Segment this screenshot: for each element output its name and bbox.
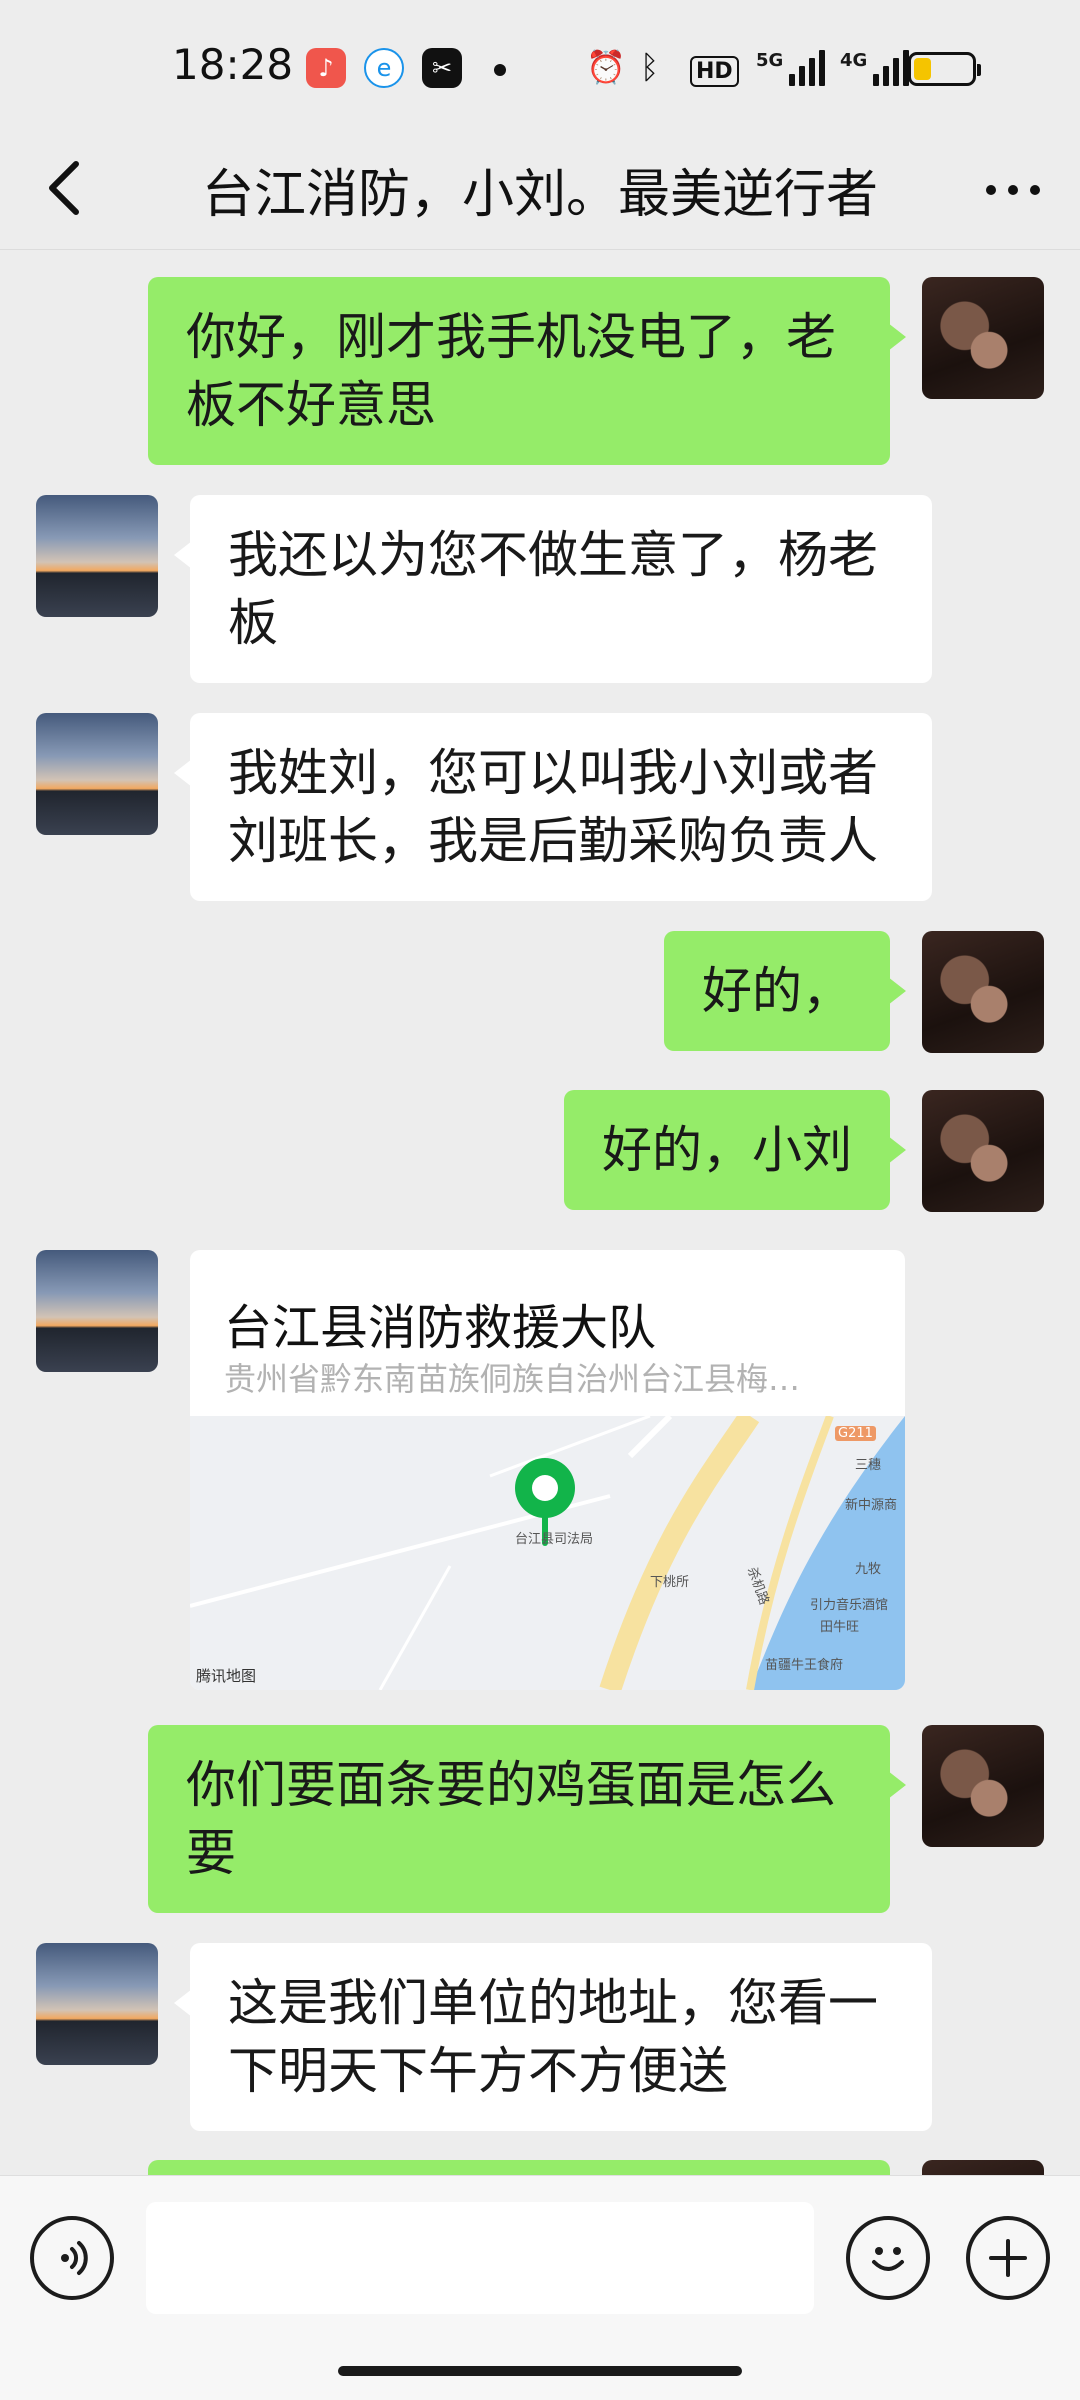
- emoji-button[interactable]: [846, 2216, 930, 2300]
- browser-icon: e: [364, 48, 404, 88]
- network-4g-label: 4G: [840, 50, 868, 71]
- more-notifications-icon: [494, 64, 506, 76]
- map-label: 三穗: [855, 1458, 882, 1473]
- map-label: 引力音乐酒馆: [810, 1598, 889, 1613]
- dot-icon: [986, 185, 996, 195]
- map-label: 下桃所: [650, 1575, 690, 1590]
- contact-avatar[interactable]: [36, 713, 158, 835]
- my-avatar[interactable]: [922, 931, 1044, 1053]
- bluetooth-icon: ᛒ: [640, 48, 660, 86]
- message-bubble-sent[interactable]: 你们要面条要的鸡蛋面是怎么要: [148, 1725, 906, 1913]
- message-bubble-sent[interactable]: 好的，小刘: [564, 1090, 906, 1210]
- contact-avatar[interactable]: [36, 1250, 158, 1372]
- battery-icon: [908, 52, 981, 86]
- my-avatar[interactable]: [922, 1090, 1044, 1212]
- more-functions-button[interactable]: [966, 2216, 1050, 2300]
- input-bar: [0, 2175, 1080, 2400]
- dot-icon: [1030, 185, 1040, 195]
- voice-icon: [61, 2241, 88, 2275]
- map-label: 苗疆牛王食府: [765, 1658, 844, 1673]
- capcut-icon: ✂: [422, 48, 462, 88]
- map-preview: 台江县司法局 下桃所 三穗 新中源商 九牧 引力音乐酒馆 田牛旺 苗疆牛王食府 …: [190, 1416, 905, 1690]
- chat-title: 台江消防，小刘。最美逆行者: [201, 165, 878, 225]
- my-avatar[interactable]: [922, 277, 1044, 399]
- home-indicator[interactable]: [338, 2366, 742, 2376]
- message-input[interactable]: [146, 2202, 814, 2314]
- signal-4g-icon: 4G: [840, 50, 910, 86]
- map-label: 田牛旺: [820, 1620, 860, 1635]
- contact-avatar[interactable]: [36, 1943, 158, 2065]
- network-5g-label: 5G: [756, 50, 784, 71]
- my-avatar[interactable]: [922, 1725, 1044, 1847]
- hd-icon: HD: [690, 56, 739, 87]
- location-address: 贵州省黔东南苗族侗族自治州台江县梅…: [224, 1360, 801, 1398]
- map-label: G211: [835, 1426, 876, 1441]
- message-bubble-received[interactable]: 这是我们单位的地址，您看一下明天下午方不方便送: [174, 1943, 932, 2131]
- map-label: 新中源商: [845, 1498, 898, 1513]
- message-list[interactable]: 你好，刚才我手机没电了，老板不好意思 我还以为您不做生意了，杨老板 我姓刘，您可…: [0, 250, 1080, 2175]
- location-card[interactable]: 台江县消防救援大队 贵州省黔东南苗族侗族自治州台江县梅… 台江县司法局 下桃所 …: [190, 1250, 905, 1690]
- plus-icon: [989, 2239, 1027, 2277]
- map-credit: 腾讯地图: [196, 1667, 257, 1685]
- music-icon: ♪: [306, 48, 346, 88]
- message-bubble-received[interactable]: 我还以为您不做生意了，杨老板: [174, 495, 932, 683]
- message-bubble-sent[interactable]: 你好，刚才我手机没电了，老板不好意思: [148, 277, 906, 465]
- map-roads: [190, 1416, 905, 1690]
- chevron-left-icon: [49, 161, 79, 215]
- location-pin-icon: [515, 1458, 575, 1546]
- location-name: 台江县消防救援大队: [224, 1300, 657, 1356]
- back-button[interactable]: [38, 152, 98, 222]
- contact-avatar[interactable]: [36, 495, 158, 617]
- status-time: 18:28: [172, 40, 294, 89]
- more-options-button[interactable]: [970, 170, 1040, 210]
- map-label: 九牧: [855, 1562, 882, 1577]
- message-bubble-received[interactable]: 我姓刘，您可以叫我小刘或者刘班长，我是后勤采购负责人: [174, 713, 932, 901]
- chat-header: 台江消防，小刘。最美逆行者: [0, 130, 1080, 250]
- message-bubble-sent[interactable]: 好的，: [664, 931, 906, 1051]
- alarm-icon: ⏰: [586, 48, 626, 86]
- message-bubble-sent[interactable]: [148, 2160, 890, 2175]
- voice-input-button[interactable]: [30, 2216, 114, 2300]
- status-bar: 18:28 ♪ e ✂ ⏰ ᛒ HD 5G 4G: [0, 0, 1080, 130]
- map-label: 台江县司法局: [515, 1532, 594, 1547]
- signal-5g-icon: 5G: [756, 50, 826, 86]
- my-avatar[interactable]: [922, 2160, 1044, 2175]
- dot-icon: [1008, 185, 1018, 195]
- emoji-icon: [872, 2247, 904, 2271]
